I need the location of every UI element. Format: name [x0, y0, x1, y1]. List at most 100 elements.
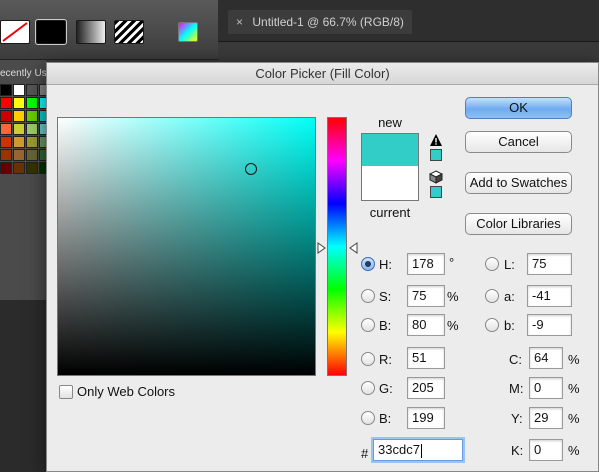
- lightness-label: L:: [504, 257, 515, 272]
- a-channel-radio[interactable]: [485, 289, 499, 303]
- swatch-chip[interactable]: [0, 84, 12, 96]
- swatch-chip[interactable]: [13, 136, 25, 148]
- add-to-swatches-button[interactable]: Add to Swatches: [465, 172, 572, 194]
- yellow-unit: %: [568, 411, 580, 426]
- magenta-unit: %: [568, 381, 580, 396]
- red-label: R:: [379, 352, 392, 367]
- gradient-swatch-button[interactable]: [76, 20, 106, 44]
- panel-dark-area: [0, 300, 46, 472]
- color-picker-swatch-button[interactable]: [178, 22, 198, 42]
- web-safe-color-chip[interactable]: [430, 186, 442, 198]
- swatch-chip[interactable]: [0, 97, 12, 109]
- yellow-input[interactable]: 29: [529, 407, 563, 429]
- out-of-gamut-warning-icon[interactable]: [429, 133, 443, 147]
- color-libraries-button[interactable]: Color Libraries: [465, 213, 572, 235]
- only-web-colors-label[interactable]: Only Web Colors: [77, 384, 175, 400]
- saturation-radio[interactable]: [361, 289, 375, 303]
- b-channel-label: b:: [504, 318, 515, 333]
- hue-slider-left-arrow[interactable]: [317, 241, 326, 254]
- swatch-chip[interactable]: [13, 110, 25, 122]
- cancel-button[interactable]: Cancel: [465, 131, 572, 153]
- current-color-label: current: [369, 205, 411, 220]
- document-tab[interactable]: × Untitled-1 @ 66.7% (RGB/8): [228, 10, 412, 34]
- text-caret: [420, 443, 422, 458]
- swatch-chip[interactable]: [13, 162, 25, 174]
- green-input[interactable]: 205: [407, 377, 445, 399]
- swatch-chip[interactable]: [0, 123, 12, 135]
- blue-input[interactable]: 199: [407, 407, 445, 429]
- dialog-title: Color Picker (Fill Color): [47, 63, 598, 85]
- ok-button[interactable]: OK: [465, 97, 572, 119]
- cyan-label: C:: [509, 352, 522, 367]
- green-radio[interactable]: [361, 381, 375, 395]
- swatch-chip[interactable]: [0, 149, 12, 161]
- swatch-chip[interactable]: [0, 136, 12, 148]
- swatch-chip[interactable]: [0, 162, 12, 174]
- swatch-chip[interactable]: [26, 97, 38, 109]
- swatch-chip[interactable]: [13, 84, 25, 96]
- swatch-chip[interactable]: [13, 123, 25, 135]
- color-field[interactable]: [57, 117, 316, 376]
- red-input[interactable]: 51: [407, 347, 445, 369]
- red-radio[interactable]: [361, 352, 375, 366]
- new-color-preview: [361, 133, 419, 166]
- hue-slider-right-arrow[interactable]: [349, 241, 358, 254]
- no-fill-icon: [2, 22, 28, 42]
- out-of-gamut-color-chip[interactable]: [430, 149, 442, 161]
- current-color-preview[interactable]: [361, 166, 419, 201]
- hue-input[interactable]: 178: [407, 253, 445, 275]
- cyan-input[interactable]: 64: [529, 347, 563, 369]
- swatch-chip[interactable]: [26, 149, 38, 161]
- blue-label: B:: [379, 411, 392, 426]
- swatch-chip[interactable]: [26, 162, 38, 174]
- solid-color-swatch-button[interactable]: [35, 19, 67, 45]
- pattern-swatch-button[interactable]: [114, 20, 144, 44]
- hue-radio[interactable]: [361, 257, 375, 271]
- swatch-chip[interactable]: [13, 97, 25, 109]
- options-toolbar: [0, 0, 218, 60]
- only-web-colors-checkbox[interactable]: [59, 385, 73, 399]
- close-tab-icon[interactable]: ×: [236, 15, 243, 29]
- hex-label: #: [361, 446, 369, 461]
- saturation-label: S:: [379, 289, 392, 304]
- black-label: K:: [511, 443, 524, 458]
- magenta-input[interactable]: 0: [529, 377, 563, 399]
- green-label: G:: [379, 381, 393, 396]
- saturation-input[interactable]: 75: [407, 285, 445, 307]
- hex-input[interactable]: 33cdc7: [373, 439, 463, 461]
- saturation-unit: %: [447, 289, 459, 304]
- brightness-label: B:: [379, 318, 392, 333]
- swatch-chip[interactable]: [13, 149, 25, 161]
- brightness-unit: %: [447, 318, 459, 333]
- a-channel-label: a:: [504, 289, 515, 304]
- new-color-label: new: [378, 115, 402, 130]
- no-fill-swatch-button[interactable]: [0, 20, 30, 44]
- a-channel-input[interactable]: -41: [527, 285, 572, 307]
- web-safe-cube-icon[interactable]: [428, 170, 444, 184]
- black-unit: %: [568, 443, 580, 458]
- b-channel-input[interactable]: -9: [527, 314, 572, 336]
- recently-used-label: ecently Use: [0, 68, 46, 79]
- hue-unit: °: [449, 255, 455, 270]
- swatch-chip[interactable]: [26, 84, 38, 96]
- color-picker-dialog: Color Picker (Fill Color) new current OK…: [46, 62, 599, 472]
- b-channel-radio[interactable]: [485, 318, 499, 332]
- brightness-input[interactable]: 80: [407, 314, 445, 336]
- swatch-chip[interactable]: [26, 110, 38, 122]
- hex-value: 33cdc7: [378, 442, 420, 457]
- magenta-label: M:: [509, 381, 524, 396]
- document-tab-bar: × Untitled-1 @ 66.7% (RGB/8): [218, 0, 599, 42]
- lightness-radio[interactable]: [485, 257, 499, 271]
- hue-slider[interactable]: [327, 117, 347, 376]
- cyan-unit: %: [568, 352, 580, 367]
- yellow-label: Y:: [511, 411, 523, 426]
- hue-label: H:: [379, 257, 392, 272]
- swatch-chip[interactable]: [0, 110, 12, 122]
- swatch-chip[interactable]: [26, 123, 38, 135]
- blue-radio[interactable]: [361, 411, 375, 425]
- black-input[interactable]: 0: [529, 439, 563, 461]
- lightness-input[interactable]: 75: [527, 253, 572, 275]
- brightness-radio[interactable]: [361, 318, 375, 332]
- swatch-chip[interactable]: [26, 136, 38, 148]
- color-field-marker[interactable]: [244, 163, 257, 176]
